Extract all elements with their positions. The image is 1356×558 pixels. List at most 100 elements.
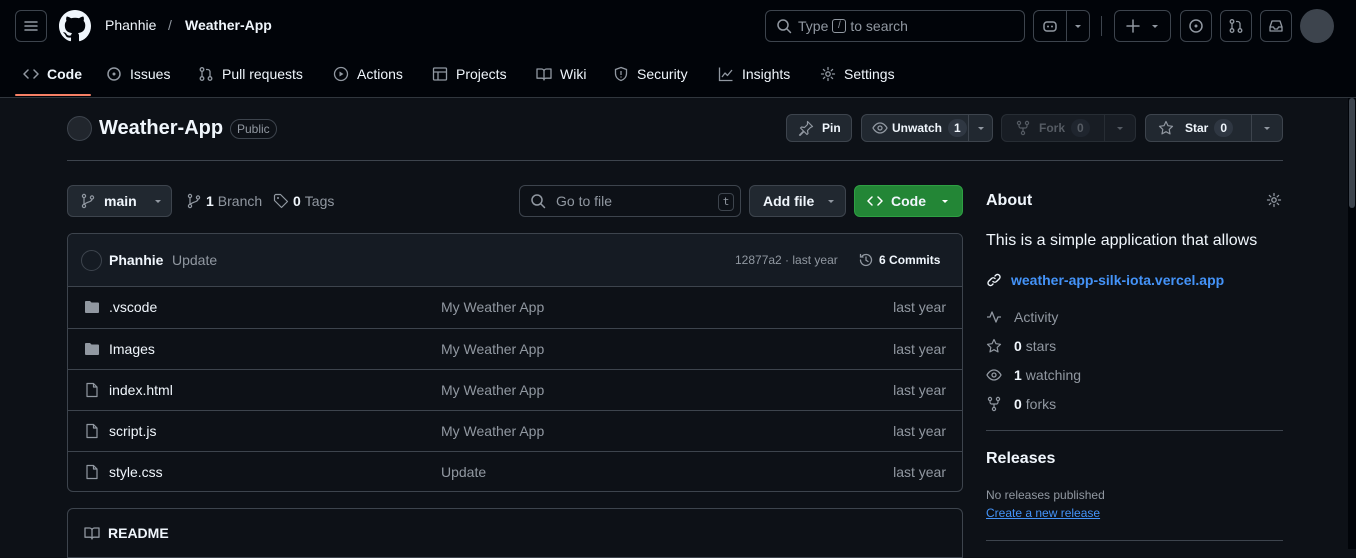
commit-author-avatar[interactable] bbox=[81, 250, 102, 271]
go-to-file-input[interactable]: Go to file t bbox=[519, 185, 741, 217]
commits-label: Commits bbox=[889, 253, 941, 267]
copilot-dropdown-button[interactable] bbox=[1067, 11, 1089, 41]
repo-title[interactable]: Weather-App bbox=[99, 117, 223, 140]
code-download-button[interactable]: Code bbox=[854, 185, 963, 217]
watching-count: 1 bbox=[1014, 367, 1022, 383]
hamburger-menu-button[interactable] bbox=[15, 10, 47, 42]
tab-projects[interactable]: Projects bbox=[432, 58, 507, 90]
user-avatar[interactable] bbox=[1300, 9, 1334, 43]
tab-code[interactable]: Code bbox=[23, 58, 82, 90]
file-row[interactable]: script.js My Weather App last year bbox=[68, 410, 962, 451]
star-button[interactable]: Star 0 bbox=[1146, 115, 1252, 141]
tab-label: Actions bbox=[357, 66, 403, 82]
file-commit-message[interactable]: My Weather App bbox=[441, 382, 544, 398]
menu-icon bbox=[24, 21, 38, 31]
tab-pull-requests[interactable]: Pull requests bbox=[198, 58, 303, 90]
no-releases-text: No releases published bbox=[986, 488, 1105, 502]
file-commit-message[interactable]: My Weather App bbox=[441, 423, 544, 439]
tab-label: Security bbox=[637, 66, 688, 82]
homepage-link[interactable]: weather-app-silk-iota.vercel.app bbox=[986, 272, 1224, 288]
tab-actions[interactable]: Actions bbox=[333, 58, 403, 90]
star-icon bbox=[986, 338, 1002, 353]
file-name[interactable]: .vscode bbox=[109, 299, 157, 315]
file-row[interactable]: index.html My Weather App last year bbox=[68, 369, 962, 410]
create-new-button[interactable] bbox=[1114, 10, 1171, 42]
activity-link[interactable]: Activity bbox=[986, 309, 1058, 325]
file-commit-message[interactable]: Update bbox=[441, 464, 486, 480]
issue-icon bbox=[107, 67, 121, 81]
breadcrumb-repo[interactable]: Weather-App bbox=[185, 17, 272, 33]
commit-hash-time[interactable]: 12877a2 · last year bbox=[735, 253, 838, 267]
issues-shortcut-button[interactable] bbox=[1180, 10, 1212, 42]
watching-link[interactable]: 1 watching bbox=[986, 367, 1081, 383]
pull-requests-shortcut-button[interactable] bbox=[1220, 10, 1252, 42]
tab-label: Settings bbox=[844, 66, 895, 82]
eye-icon bbox=[986, 369, 1002, 381]
github-logo-icon[interactable] bbox=[59, 10, 91, 42]
scrollbar-thumb[interactable] bbox=[1349, 98, 1355, 208]
tags-link[interactable]: 0 Tags bbox=[273, 193, 334, 209]
add-file-button[interactable]: Add file bbox=[749, 185, 846, 217]
commit-message[interactable]: Update bbox=[172, 252, 217, 268]
copilot-icon bbox=[1043, 21, 1057, 32]
fork-button[interactable]: Fork 0 bbox=[1002, 115, 1105, 141]
create-release-link[interactable]: Create a new release bbox=[986, 506, 1100, 520]
branch-selector[interactable]: main bbox=[67, 185, 172, 217]
breadcrumb-owner[interactable]: Phanhie bbox=[105, 17, 156, 33]
inbox-icon bbox=[1269, 20, 1283, 32]
file-commit-message[interactable]: My Weather App bbox=[441, 341, 544, 357]
readme-tab[interactable]: README bbox=[84, 525, 169, 541]
copilot-button[interactable] bbox=[1034, 11, 1067, 41]
tab-wiki[interactable]: Wiki bbox=[536, 58, 586, 90]
fork-dropdown-button[interactable] bbox=[1105, 123, 1135, 133]
eye-icon bbox=[872, 122, 888, 134]
file-row[interactable]: .vscode My Weather App last year bbox=[68, 287, 962, 328]
about-heading: About bbox=[986, 192, 1033, 209]
file-name[interactable]: style.css bbox=[109, 464, 163, 480]
homepage-url: weather-app-silk-iota.vercel.app bbox=[1011, 272, 1225, 288]
forks-link[interactable]: 0 forks bbox=[986, 396, 1056, 412]
caret-down-icon bbox=[977, 127, 984, 130]
tab-security[interactable]: Security bbox=[613, 58, 688, 90]
gear-icon bbox=[820, 66, 836, 82]
file-row[interactable]: style.css Update last year bbox=[68, 451, 962, 491]
stars-link[interactable]: 0 stars bbox=[986, 338, 1056, 354]
tab-settings[interactable]: Settings bbox=[820, 58, 895, 90]
search-shortcut-key: / bbox=[832, 19, 847, 33]
edit-about-button[interactable] bbox=[1266, 192, 1282, 208]
file-name[interactable]: Images bbox=[109, 341, 155, 357]
play-icon bbox=[333, 66, 349, 82]
file-name[interactable]: script.js bbox=[109, 423, 156, 439]
file-name[interactable]: index.html bbox=[109, 382, 173, 398]
fork-icon bbox=[1016, 120, 1030, 136]
owner-avatar[interactable] bbox=[67, 116, 92, 141]
code-button-label: Code bbox=[891, 193, 926, 209]
tab-issues[interactable]: Issues bbox=[106, 58, 170, 90]
pull-request-icon bbox=[199, 67, 213, 81]
global-search-input[interactable]: Type / to search bbox=[765, 10, 1025, 42]
search-icon bbox=[531, 194, 546, 209]
file-row[interactable]: Images My Weather App last year bbox=[68, 328, 962, 369]
commit-author[interactable]: Phanhie bbox=[109, 252, 163, 268]
tab-insights[interactable]: Insights bbox=[718, 58, 790, 90]
pull-request-icon bbox=[1229, 19, 1243, 33]
commits-link[interactable]: 6 Commits bbox=[858, 252, 940, 268]
star-button-group[interactable]: Star 0 bbox=[1145, 114, 1283, 142]
watch-dropdown-button[interactable] bbox=[969, 123, 992, 133]
releases-heading[interactable]: Releases bbox=[986, 450, 1055, 468]
scrollbar-track[interactable] bbox=[1348, 98, 1356, 549]
tab-label: Wiki bbox=[560, 66, 587, 82]
inbox-button[interactable] bbox=[1260, 10, 1292, 42]
unwatch-button-group[interactable]: Unwatch 1 bbox=[861, 114, 993, 142]
fork-button-group[interactable]: Fork 0 bbox=[1001, 114, 1136, 142]
pin-button[interactable]: Pin bbox=[786, 114, 852, 142]
active-tab-indicator bbox=[15, 94, 91, 96]
star-dropdown-button[interactable] bbox=[1252, 123, 1282, 133]
file-commit-message[interactable]: My Weather App bbox=[441, 299, 544, 315]
issue-icon bbox=[1189, 19, 1203, 33]
branches-link[interactable]: 1 Branch bbox=[186, 193, 262, 209]
copilot-button-group[interactable] bbox=[1033, 10, 1090, 42]
caret-down-icon bbox=[942, 200, 948, 203]
history-icon bbox=[859, 253, 873, 267]
unwatch-button[interactable]: Unwatch 1 bbox=[862, 115, 969, 141]
